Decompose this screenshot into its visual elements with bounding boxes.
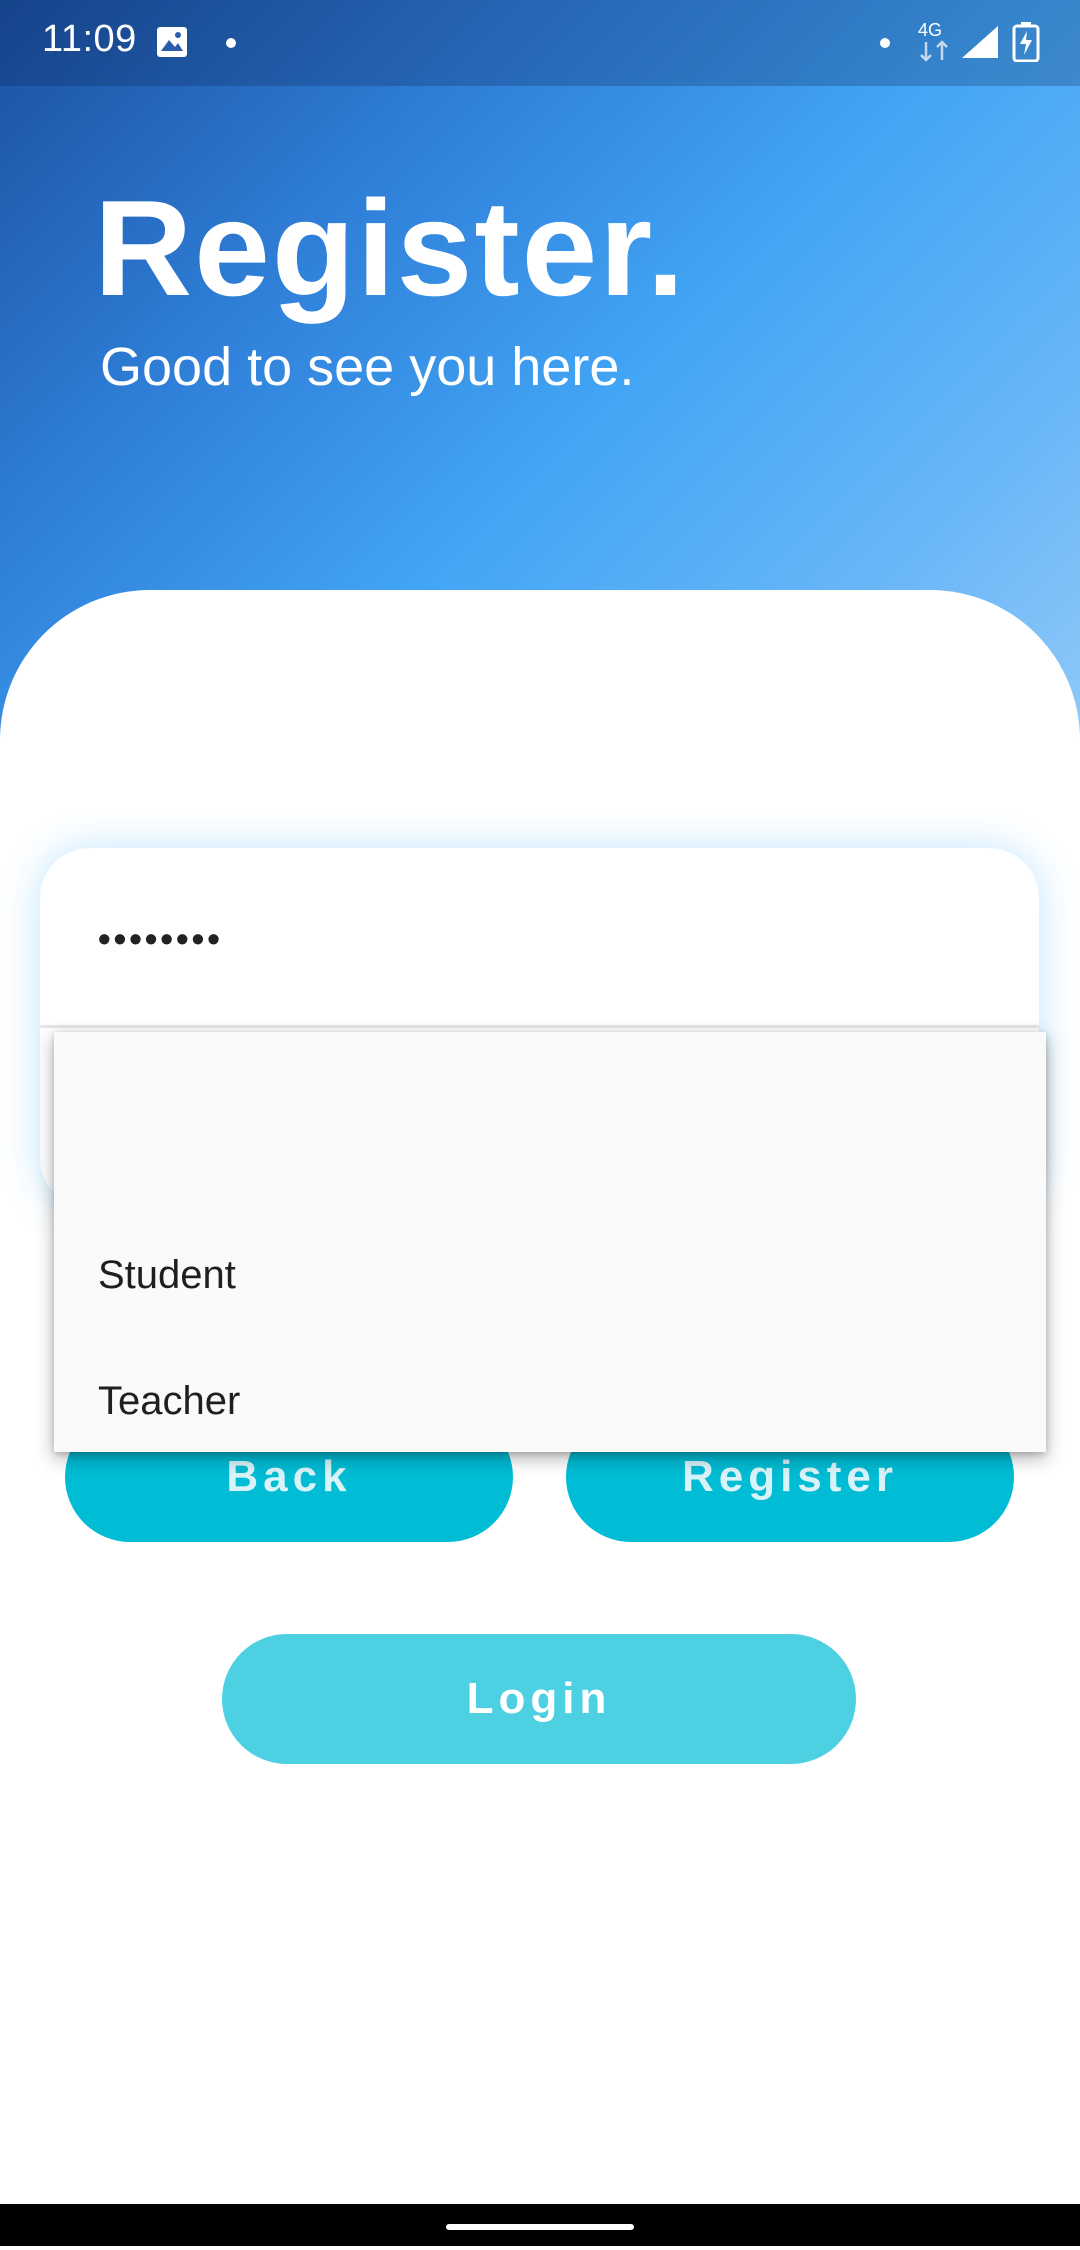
signal-icon <box>960 24 1000 65</box>
page-subtitle: Good to see you here. <box>100 337 635 397</box>
dropdown-option-empty[interactable] <box>54 1032 1046 1158</box>
role-dropdown-menu: Student Teacher <box>54 1032 1046 1452</box>
login-button[interactable]: Login <box>222 1634 856 1764</box>
password-value: •••••••• <box>98 918 223 959</box>
notification-dot-icon <box>226 38 236 48</box>
svg-text:4G: 4G <box>918 20 942 40</box>
network-type-icon: 4G <box>918 20 954 69</box>
image-icon <box>156 26 188 63</box>
battery-charging-icon <box>1012 22 1040 67</box>
dot-icon <box>880 38 890 48</box>
status-time: 11:09 <box>42 18 137 60</box>
page-title: Register. <box>94 172 687 324</box>
dropdown-option-student[interactable]: Student <box>54 1212 1046 1338</box>
home-handle[interactable] <box>446 2224 634 2230</box>
dropdown-option-teacher[interactable]: Teacher <box>54 1338 1046 1464</box>
status-bar: 11:09 4G <box>0 0 1080 86</box>
password-input[interactable]: •••••••• <box>40 848 1039 1028</box>
